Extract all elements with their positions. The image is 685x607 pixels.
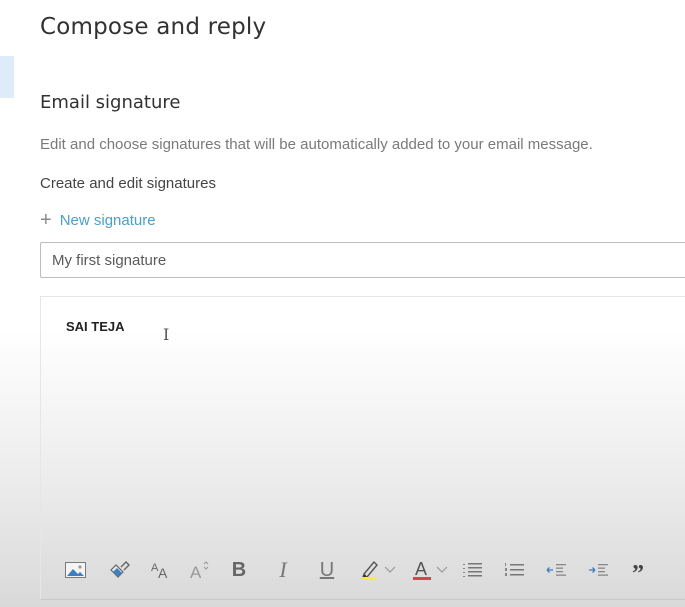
highlighter-icon <box>361 560 378 580</box>
new-signature-label: New signature <box>59 211 156 229</box>
chevron-down-icon[interactable] <box>436 566 448 574</box>
font-color-icon: A <box>413 559 431 580</box>
text-cursor-icon: I <box>163 325 170 344</box>
font-color-button[interactable]: A <box>412 556 448 584</box>
underline-icon: U <box>319 558 335 581</box>
highlight-button[interactable] <box>360 556 396 584</box>
email-signature-heading: Email signature <box>40 92 181 113</box>
bold-button[interactable]: B <box>230 556 248 584</box>
font-size-icon: A A <box>151 562 168 579</box>
chevron-down-icon[interactable] <box>384 566 396 574</box>
numbering-button[interactable] <box>504 556 526 584</box>
quote-button[interactable]: ” <box>630 552 646 588</box>
grow-font-button[interactable]: A <box>190 556 212 584</box>
font-size-button[interactable]: A A <box>150 556 172 584</box>
bulleted-list-icon <box>463 563 482 577</box>
signature-editor[interactable]: SAI TEJA <box>40 296 685 600</box>
increase-indent-button[interactable] <box>588 556 610 584</box>
signature-name-input[interactable] <box>40 242 685 278</box>
format-painter-button[interactable] <box>108 556 132 584</box>
underline-button[interactable]: U <box>318 556 336 584</box>
formatting-toolbar: A A A B I U A ” <box>64 556 646 587</box>
page-title: Compose and reply <box>40 14 267 40</box>
new-signature-button[interactable]: + New signature <box>40 210 156 230</box>
paintbrush-icon <box>110 561 130 578</box>
svg-text:A: A <box>158 565 168 579</box>
bullets-button[interactable] <box>462 556 484 584</box>
grow-font-icon: A <box>190 561 209 580</box>
bold-icon: B <box>231 558 247 581</box>
plus-icon: + <box>40 209 52 231</box>
sidebar-selected-item[interactable] <box>0 56 14 98</box>
decrease-indent-button[interactable] <box>546 556 568 584</box>
quote-icon: ” <box>632 560 644 587</box>
insert-picture-button[interactable] <box>64 556 86 584</box>
italic-icon: I <box>279 557 287 582</box>
decrease-indent-icon <box>546 564 566 576</box>
increase-indent-icon <box>589 564 608 576</box>
numbered-list-icon <box>505 563 524 576</box>
svg-text:A: A <box>190 563 202 580</box>
image-icon <box>64 562 86 578</box>
signature-body[interactable]: SAI TEJA <box>66 319 679 539</box>
italic-button[interactable]: I <box>274 556 292 584</box>
svg-text:A: A <box>415 559 427 579</box>
email-signature-description: Edit and choose signatures that will be … <box>40 136 593 153</box>
create-edit-signatures-heading: Create and edit signatures <box>40 175 216 192</box>
